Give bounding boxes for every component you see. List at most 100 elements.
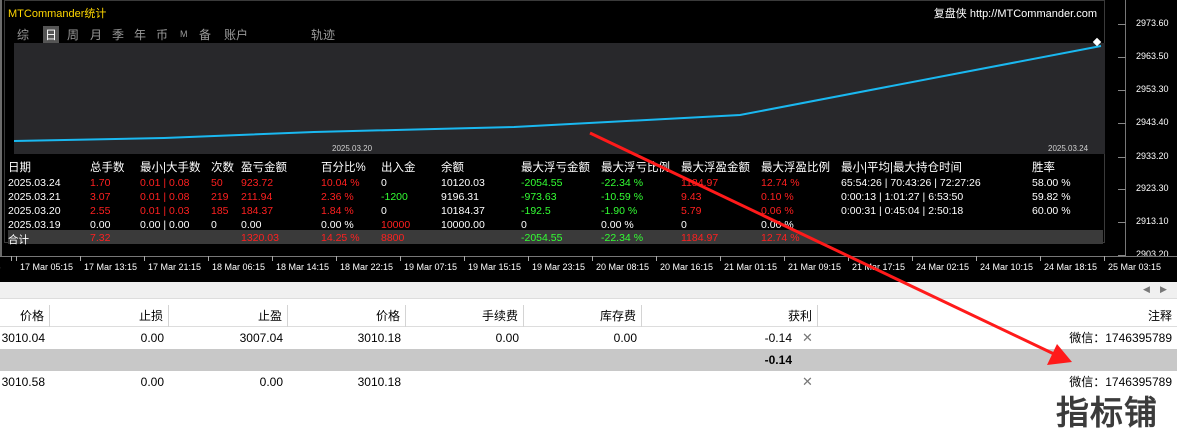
- stats-cell: -1200: [381, 191, 408, 203]
- price-label: 2963.50: [1136, 51, 1169, 61]
- tab-magic[interactable]: M: [180, 29, 188, 39]
- stats-cell: -1.90 %: [601, 205, 638, 217]
- col-swap[interactable]: 库存费: [524, 305, 642, 327]
- cell-take-profit[interactable]: 3007.04: [169, 327, 288, 349]
- stats-cell: 0.00: [90, 219, 111, 231]
- cell-swap: 0.00: [613, 331, 637, 345]
- close-position-icon[interactable]: ✕: [802, 327, 813, 349]
- stats-cell: 1.84 %: [321, 205, 354, 217]
- total-label: 合计: [8, 234, 29, 246]
- stats-header[interactable]: 出入金: [381, 159, 416, 175]
- daily-stats-table: 日期 总手数 最小|大手数 次数 盈亏金额 百分比% 出入金 余额 最大浮亏金额 最大浮亏比例 最大…: [8, 159, 1103, 246]
- time-label: 20 Mar 08:15: [596, 262, 650, 272]
- stats-header[interactable]: 最大浮盈金额: [681, 159, 750, 175]
- col-take-profit[interactable]: 止盈: [169, 305, 288, 327]
- stats-header[interactable]: 余额: [441, 159, 464, 175]
- tab-month[interactable]: 月: [90, 26, 102, 43]
- time-tick: [272, 256, 273, 261]
- stats-cell: 9.43: [681, 191, 702, 203]
- col-stop-loss[interactable]: 止损: [50, 305, 169, 327]
- price-label: 2973.60: [1136, 18, 1169, 28]
- time-tick: [848, 256, 849, 261]
- time-label: 18 Mar 14:15: [276, 262, 330, 272]
- stats-cell: 50: [211, 177, 223, 189]
- stats-cell: 59.82 %: [1032, 191, 1071, 203]
- tab-year[interactable]: 年: [134, 26, 146, 43]
- stats-header[interactable]: 总手数: [90, 159, 125, 175]
- equity-curve-line: [14, 45, 1102, 142]
- tab-symbol[interactable]: 币: [156, 26, 168, 43]
- stats-header[interactable]: 胜率: [1032, 159, 1055, 175]
- stats-header[interactable]: 最小|平均|最大持仓时间: [841, 159, 962, 175]
- stats-header[interactable]: 最大浮盈比例: [761, 159, 830, 175]
- tab-note[interactable]: 备: [199, 26, 211, 43]
- stats-cell: 0: [681, 219, 687, 231]
- time-label: 17 Mar 21:15: [148, 262, 202, 272]
- col-price-open[interactable]: 价格: [0, 305, 50, 327]
- stats-header[interactable]: 最大浮亏金额: [521, 159, 590, 175]
- stats-header[interactable]: 次数: [211, 159, 234, 175]
- stats-cell: 0.01 | 0.03: [140, 205, 190, 217]
- stats-cell: 10000: [381, 219, 411, 231]
- stats-cell: 2025.03.20: [8, 205, 61, 217]
- stats-cell: 0.00 %: [601, 219, 634, 231]
- stats-cell: 65:54:26 | 70:43:26 | 72:27:26: [841, 177, 981, 189]
- stats-header[interactable]: 最小|大手数: [140, 159, 201, 175]
- plot-start-date: 2025.03.20: [332, 144, 373, 153]
- time-tick: [336, 256, 337, 261]
- summary-profit: -0.14: [764, 353, 792, 367]
- chart-left-edge: [0, 0, 2, 256]
- horizontal-scrollbar[interactable]: ◀ ▶: [0, 282, 1177, 299]
- tab-week[interactable]: 周: [67, 26, 79, 43]
- table-row[interactable]: 3010.58 0.00 0.00 3010.18 ✕ 微信：174639578…: [0, 371, 1177, 393]
- col-commission[interactable]: 手续费: [406, 305, 524, 327]
- time-tick: [400, 256, 401, 261]
- stats-cell: 10120.03: [441, 177, 485, 189]
- tab-overall[interactable]: 综: [17, 26, 29, 43]
- time-tick: [976, 256, 977, 261]
- tab-quarter[interactable]: 季: [112, 26, 124, 43]
- stats-header[interactable]: 盈亏金额: [241, 159, 287, 175]
- tab-account[interactable]: 账户: [224, 26, 248, 43]
- cell-price-open: 3010.04: [1, 331, 45, 345]
- cell-stop-loss[interactable]: 0.00: [50, 327, 169, 349]
- stats-cell: 0: [211, 219, 217, 231]
- stats-header[interactable]: 百分比%: [321, 159, 366, 175]
- stats-cell: 185: [211, 205, 229, 217]
- col-profit[interactable]: 获利: [642, 305, 818, 327]
- mtcommander-stats-panel: MTCommander统计 复盘侠 http://MTCommander.com…: [4, 0, 1105, 246]
- cell-price-current: 3010.18: [357, 375, 401, 389]
- col-price-current[interactable]: 价格: [288, 305, 406, 327]
- tab-day[interactable]: 日: [43, 26, 60, 43]
- stats-cell: 184.37: [241, 205, 274, 217]
- delete-order-icon[interactable]: ✕: [802, 371, 813, 393]
- panel-title: MTCommander统计: [8, 8, 107, 20]
- scroll-left-icon[interactable]: ◀: [1143, 284, 1150, 295]
- stats-header[interactable]: 日期: [8, 159, 31, 175]
- stats-cell: 2025.03.19: [8, 219, 61, 231]
- time-label: 19 Mar 15:15: [468, 262, 522, 272]
- stats-cell: 0: [521, 219, 527, 231]
- cell-take-profit[interactable]: 0.00: [169, 371, 288, 393]
- stats-cell: 10000.00: [441, 219, 485, 231]
- time-label: 19 Mar 23:15: [532, 262, 586, 272]
- panel-brand-link[interactable]: 复盘侠 http://MTCommander.com: [934, 5, 1097, 21]
- col-comment[interactable]: 注释: [818, 305, 1177, 327]
- tab-trajectory[interactable]: 轨迹: [311, 26, 335, 43]
- cell-price-current: 3010.18: [357, 331, 401, 345]
- stats-cell: 0:00:13 | 1:01:27 | 6:53:50: [841, 191, 964, 203]
- stats-cell: 0.01 | 0.08: [140, 191, 190, 203]
- scroll-right-icon[interactable]: ▶: [1160, 284, 1167, 295]
- price-chart[interactable]: 2973.60 2963.50 2953.30 2943.40 2933.20 2923.…: [0, 0, 1177, 282]
- time-tick: [16, 256, 17, 261]
- stats-header[interactable]: 最大浮亏比例: [601, 159, 670, 175]
- time-tick: [144, 256, 145, 261]
- total-pct: 14.25 %: [321, 232, 360, 244]
- time-tick: [1104, 256, 1105, 261]
- cell-stop-loss[interactable]: 0.00: [50, 371, 169, 393]
- stats-cell: -973.63: [521, 191, 557, 203]
- stats-cell: 1.70: [90, 177, 111, 189]
- table-row[interactable]: 3010.04 0.00 3007.04 3010.18 0.00 0.00 -…: [0, 327, 1177, 349]
- stats-cell: 0.00 %: [321, 219, 354, 231]
- time-label: 19 Mar 07:15: [404, 262, 458, 272]
